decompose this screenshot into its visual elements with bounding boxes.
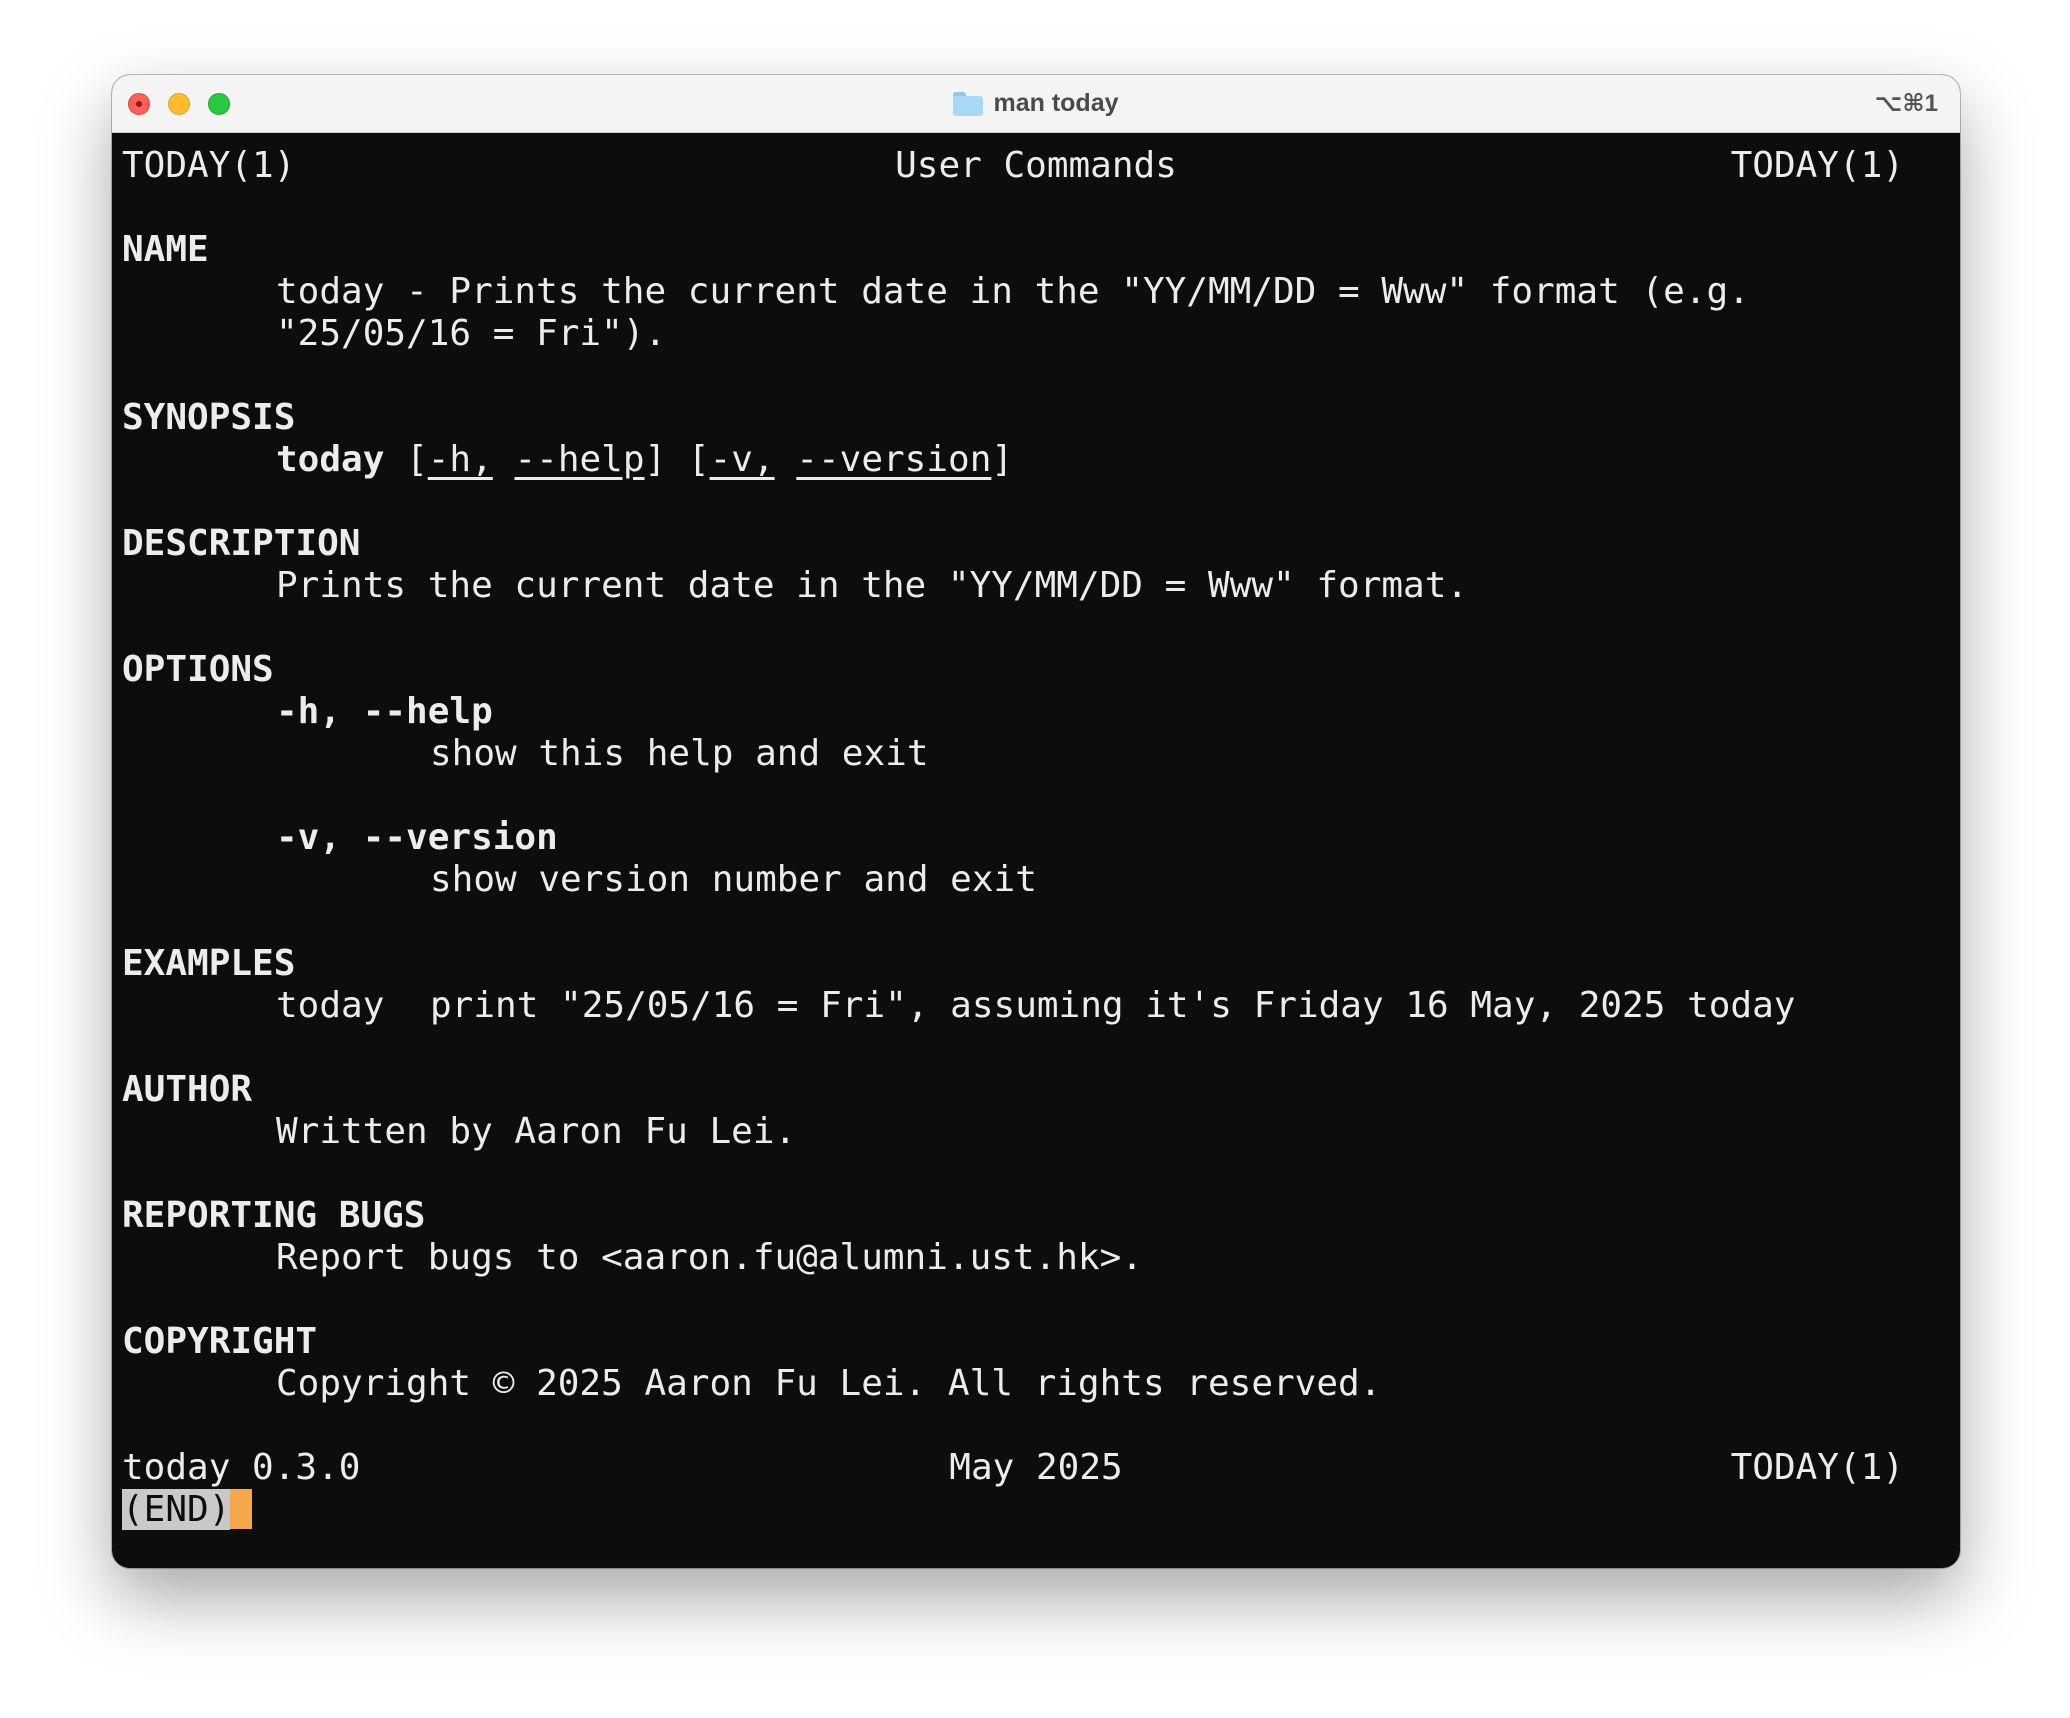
section-heading-name: NAME xyxy=(122,229,209,270)
section-heading-copyright: COPYRIGHT xyxy=(122,1321,318,1362)
window-title-group: man today xyxy=(112,75,1960,132)
synopsis-bracket: ] xyxy=(991,439,1014,480)
section-heading-author: AUTHOR xyxy=(122,1069,253,1110)
synopsis-opt-v: -v, xyxy=(709,439,775,480)
pager-end-status: (END) xyxy=(122,1489,231,1530)
terminal-content[interactable]: TODAY(1) User Commands TODAY(1) NAME tod… xyxy=(112,133,1960,1568)
synopsis-opt-version: --version xyxy=(796,439,992,480)
section-heading-description: DESCRIPTION xyxy=(122,523,361,564)
option-flag-help: -h, --help xyxy=(276,691,493,732)
name-line-2: "25/05/16 = Fri"). xyxy=(276,313,667,354)
man-footer-right: TODAY(1) xyxy=(1730,1447,1904,1488)
synopsis-command: today xyxy=(276,439,385,480)
author-text: Written by Aaron Fu Lei. xyxy=(276,1111,797,1152)
man-footer-center: May 2025 xyxy=(949,1447,1123,1488)
option-desc-help: show this help and exit xyxy=(430,733,929,774)
section-heading-synopsis: SYNOPSIS xyxy=(122,397,296,438)
section-heading-examples: EXAMPLES xyxy=(122,943,296,984)
section-heading-options: OPTIONS xyxy=(122,649,274,690)
synopsis-opt-h: -h, xyxy=(427,439,493,480)
reporting-bugs-text: Report bugs to <aaron.fu@alumni.ust.hk>. xyxy=(276,1237,1143,1278)
synopsis-opt-help: --help xyxy=(514,439,645,480)
example-command: today xyxy=(276,985,385,1026)
copyright-text: Copyright © 2025 Aaron Fu Lei. All right… xyxy=(276,1363,1382,1404)
folder-icon xyxy=(953,91,984,116)
synopsis-bracket: [ xyxy=(687,439,710,480)
synopsis-bracket: [ xyxy=(406,439,428,480)
man-header-center: User Commands xyxy=(895,145,1177,186)
name-line-1: today - Prints the current date in the "… xyxy=(276,271,1750,312)
option-flag-version: -v, --version xyxy=(276,817,558,858)
terminal-window: man today ⌥⌘1 TODAY(1) User Commands TOD… xyxy=(112,75,1960,1568)
title-bar[interactable]: man today ⌥⌘1 xyxy=(112,75,1960,133)
option-desc-version: show version number and exit xyxy=(430,859,1037,900)
synopsis-line: today [-h, --help] [-v, --version] xyxy=(276,439,1013,481)
section-heading-reporting-bugs: REPORTING BUGS xyxy=(122,1195,426,1236)
text-cursor xyxy=(230,1489,253,1529)
window-shortcut: ⌥⌘1 xyxy=(1874,90,1938,117)
example-text: print "25/05/16 = Fri", assuming it's Fr… xyxy=(430,985,1796,1026)
man-header-right: TODAY(1) xyxy=(1730,145,1904,186)
pager-prompt[interactable]: (END) xyxy=(122,1489,253,1531)
synopsis-bracket: ] xyxy=(644,439,667,480)
description-text: Prints the current date in the "YY/MM/DD… xyxy=(276,565,1469,606)
window-title: man today xyxy=(993,89,1119,117)
